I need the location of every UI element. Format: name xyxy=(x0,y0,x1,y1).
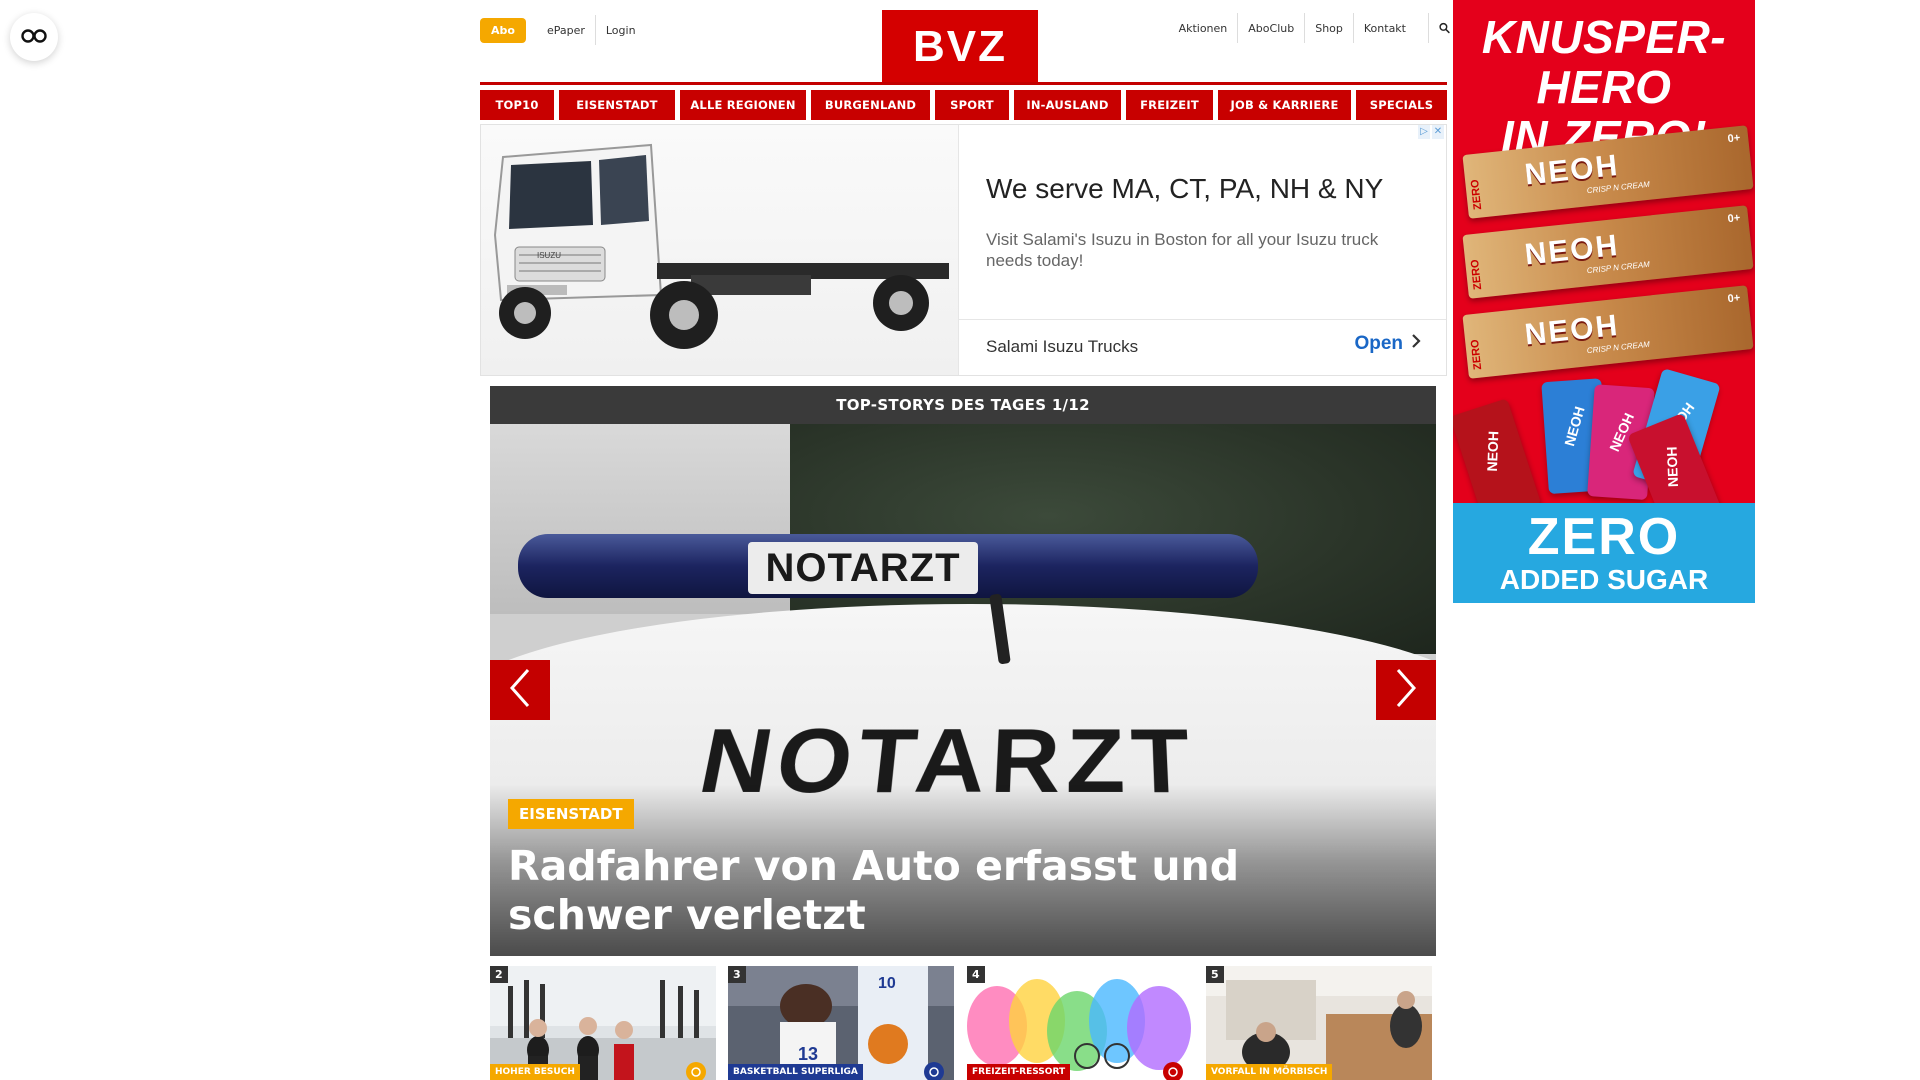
hero-lightbar-text: NOTARZT xyxy=(748,542,978,594)
star-icon xyxy=(686,1062,706,1080)
header-utility-left: Abo ePaper Login xyxy=(480,14,646,46)
thumbnail-tag: BASKETBALL SUPERLIGA xyxy=(728,1064,863,1080)
display-ad[interactable]: ISUZU We serve MA, CT, PA, NH & NY Visit… xyxy=(480,124,1447,376)
thumbnail-image-courtroom xyxy=(1206,966,1432,1080)
truck-badge: ISUZU xyxy=(537,251,561,260)
nav-freizeit[interactable]: FREIZEIT xyxy=(1126,90,1213,120)
hero-category-tag[interactable]: EISENSTADT xyxy=(508,799,634,829)
nav-in-ausland[interactable]: IN-AUSLAND xyxy=(1014,90,1121,120)
bar-badge: 0+ xyxy=(1727,212,1741,225)
bar-zero-label: ZERO xyxy=(1467,160,1500,211)
adchoices-icon[interactable]: ▷ xyxy=(1418,125,1430,139)
sidebar-ad[interactable]: KNUSPER-HERO IN ZERO! ZERO NEOH CRISP N … xyxy=(1453,0,1755,603)
carousel-prev-button[interactable] xyxy=(490,660,550,720)
glasses-icon xyxy=(21,28,47,47)
svg-text:13: 13 xyxy=(798,1044,818,1064)
login-link[interactable]: Login xyxy=(595,15,646,45)
top-stories-header: TOP-STORYS DES TAGES 1/12 xyxy=(490,386,1436,424)
story-thumbnail-4[interactable]: 4 FREIZEIT-RESSORT xyxy=(967,966,1193,1080)
reader-mode-button[interactable] xyxy=(10,13,58,61)
thumbnail-tag: FREIZEIT-RESSORT xyxy=(967,1064,1070,1080)
ad-open-button[interactable]: Open xyxy=(1354,333,1421,355)
pack-brand: NEOH xyxy=(1484,421,1502,482)
sidebar-ad-added-sugar: ADDED SUGAR xyxy=(1453,565,1755,595)
thumbnail-image-leisure xyxy=(967,966,1193,1080)
thumbnail-number: 5 xyxy=(1206,966,1224,983)
nav-job-karriere[interactable]: JOB & KARRIERE xyxy=(1218,90,1351,120)
thumbnail-number: 2 xyxy=(490,966,508,983)
story-thumbnail-2[interactable]: 2 HOHER BESUCH xyxy=(490,966,716,1080)
chevron-right-icon xyxy=(1411,333,1421,355)
svg-text:10: 10 xyxy=(878,975,896,992)
thumbnail-number: 3 xyxy=(728,966,746,983)
bar-badge: 0+ xyxy=(1727,292,1741,305)
abo-button[interactable]: Abo xyxy=(480,18,526,43)
sidebar-ad-title-line1: KNUSPER-HERO xyxy=(1453,12,1755,112)
header-utility-right: Aktionen AboClub Shop Kontakt xyxy=(1158,12,1450,44)
sidebar-ad-footer: ZERO ADDED SUGAR xyxy=(1453,503,1755,603)
pack-brand: NEOH xyxy=(1663,437,1681,498)
nav-specials[interactable]: SPECIALS xyxy=(1356,90,1447,120)
lock-icon xyxy=(1163,1062,1183,1080)
thumbnail-image-basketball: 10 13 xyxy=(728,966,954,1080)
ad-open-label: Open xyxy=(1354,333,1403,355)
aktionen-link[interactable]: Aktionen xyxy=(1169,13,1238,43)
sidebar-ad-zero: ZERO xyxy=(1453,503,1755,565)
story-thumbnail-3[interactable]: 10 13 3 BASKETBALL SUPERLIGA xyxy=(728,966,954,1080)
ad-headline[interactable]: We serve MA, CT, PA, NH & NY xyxy=(986,173,1383,205)
ad-divider xyxy=(959,319,1446,320)
product-bar-2: ZERO NEOH CRISP N CREAM 0+ xyxy=(1462,205,1753,299)
epaper-link[interactable]: ePaper xyxy=(537,15,595,45)
ad-advertiser[interactable]: Salami Isuzu Trucks xyxy=(986,337,1138,357)
carousel-next-button[interactable] xyxy=(1376,660,1436,720)
bar-badge: 0+ xyxy=(1727,132,1741,145)
kontakt-link[interactable]: Kontakt xyxy=(1353,13,1416,43)
nav-eisenstadt[interactable]: EISENSTADT xyxy=(559,90,675,120)
truck-image[interactable]: ISUZU xyxy=(481,125,959,375)
search-icon[interactable] xyxy=(1428,13,1450,43)
bar-zero-label: ZERO xyxy=(1467,320,1500,371)
hero-headline[interactable]: Radfahrer von Auto erfasst und schwer ve… xyxy=(508,842,1408,940)
product-packs: NEOH NEOH NEOH NEOH NEOH xyxy=(1453,372,1755,512)
main-navigation: TOP10 EISENSTADT ALLE REGIONEN BURGENLAN… xyxy=(480,90,1447,120)
thumbnail-tag: HOHER BESUCH xyxy=(490,1064,580,1080)
chevron-right-icon xyxy=(1395,668,1417,712)
nav-top10[interactable]: TOP10 xyxy=(480,90,554,120)
header-divider xyxy=(480,82,1447,85)
story-thumbnail-5[interactable]: 5 VORFALL IN MÖRBISCH xyxy=(1206,966,1432,1080)
thumbnail-tag: VORFALL IN MÖRBISCH xyxy=(1206,1064,1332,1080)
ad-choices[interactable]: ▷ ✕ xyxy=(1418,125,1444,139)
aboclub-link[interactable]: AboClub xyxy=(1237,13,1304,43)
thumbnail-number: 4 xyxy=(967,966,985,983)
hero-story[interactable]: NOTARZT NOTARZT EISENSTADT Radfahrer von… xyxy=(490,424,1436,956)
bar-zero-label: ZERO xyxy=(1467,240,1500,291)
nav-sport[interactable]: SPORT xyxy=(935,90,1009,120)
nav-alle-regionen[interactable]: ALLE REGIONEN xyxy=(680,90,806,120)
bvz-logo[interactable]: BVZ xyxy=(882,10,1038,84)
product-bar-3: ZERO NEOH CRISP N CREAM 0+ xyxy=(1462,285,1753,379)
pack-brand: NEOH xyxy=(1558,395,1590,457)
ad-description[interactable]: Visit Salami's Isuzu in Boston for all y… xyxy=(986,229,1426,271)
close-icon[interactable]: ✕ xyxy=(1432,125,1444,139)
chevron-left-icon xyxy=(509,668,531,712)
nav-burgenland[interactable]: BURGENLAND xyxy=(811,90,930,120)
shop-link[interactable]: Shop xyxy=(1304,13,1353,43)
lock-icon xyxy=(924,1062,944,1080)
thumbnail-image-visit xyxy=(490,966,716,1080)
